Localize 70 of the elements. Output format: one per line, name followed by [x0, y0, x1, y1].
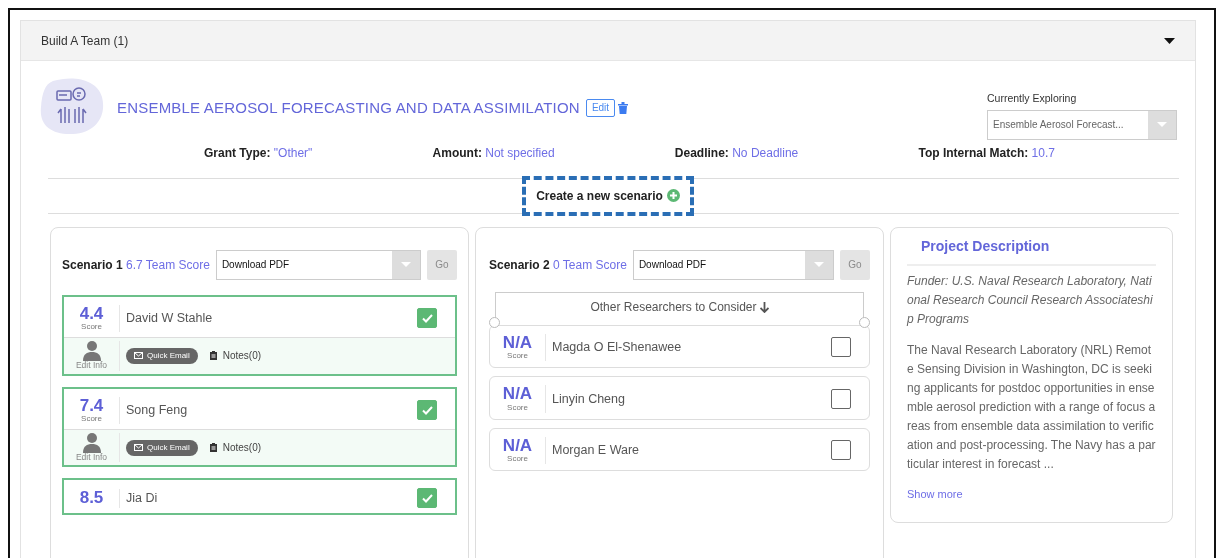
field-label: Currently Exploring: [987, 91, 1078, 106]
show-more-link[interactable]: Show more: [907, 485, 963, 503]
fact-text: Amount: Not specified: [432, 144, 555, 162]
checkbox[interactable]: [417, 400, 437, 421]
trash-icon[interactable]: [618, 102, 629, 115]
researcher-card[interactable]: 8.5 Jia Di: [62, 478, 457, 516]
edit-info-link[interactable]: Edit Info: [75, 453, 108, 463]
scenario-title: Scenario 1 6.7 Team Score: [62, 256, 210, 274]
notes-link[interactable]: Notes(0): [209, 348, 262, 364]
checkbox[interactable]: [831, 388, 851, 409]
edit-button[interactable]: Edit: [585, 99, 616, 118]
caret-down-icon: [814, 262, 824, 268]
fact-text: Top Internal Match: 10.7: [918, 144, 1055, 162]
researcher-name: Morgan E Ware: [552, 442, 641, 460]
score-value: N/A: [501, 333, 534, 353]
create-scenario-button[interactable]: Create a new scenario: [522, 175, 694, 216]
researcher-name: David W Stahle: [126, 310, 214, 328]
researcher-name: Jia Di: [126, 490, 159, 508]
notes-link[interactable]: Notes(0): [209, 440, 262, 456]
score-label: Score: [506, 352, 529, 362]
caret-down-icon[interactable]: [1164, 37, 1175, 44]
clipboard-icon: [209, 443, 217, 453]
person-icon: [82, 433, 101, 454]
caret-down-icon: [401, 262, 411, 268]
score-label: Score: [506, 455, 529, 465]
plus-circle-icon: [666, 189, 680, 203]
description-title: Project Description: [907, 233, 1156, 266]
scenario-title: Scenario 2 0 Team Score: [489, 256, 627, 274]
checkbox[interactable]: [831, 440, 851, 461]
exploring-select[interactable]: Ensemble Aerosol Forecast...: [987, 109, 1177, 140]
check-icon: [421, 314, 433, 323]
checkbox[interactable]: [831, 337, 851, 358]
check-icon: [421, 493, 433, 503]
score-value: N/A: [501, 436, 534, 456]
arrow-down-icon: [759, 301, 769, 313]
envelope-icon: [134, 444, 143, 452]
score-label: Score: [80, 323, 103, 333]
edit-info-link[interactable]: Edit Info: [75, 361, 108, 371]
researcher-name: Song Feng: [126, 401, 189, 419]
researcher-card[interactable]: 4.4 Score David W Stahle Edit Info Quick Email Notes(0): [62, 294, 457, 376]
envelope-icon: [134, 352, 143, 360]
fact-text: Grant Type: "Other": [204, 144, 313, 162]
funder-text: Funder: U.S. Naval Research Laboratory, National Research Council Research Associateship Programs: [907, 272, 1154, 328]
score-value: 7.4: [78, 396, 105, 416]
clipboard-icon: [209, 351, 217, 361]
fact-text: Deadline: No Deadline: [674, 144, 799, 162]
researcher-card[interactable]: N/A Score Morgan E Ware: [489, 427, 870, 472]
score-value: N/A: [501, 385, 534, 404]
caret-down-icon: [1157, 122, 1167, 128]
researcher-card[interactable]: N/A Score Linyin Cheng: [489, 376, 870, 420]
checkbox[interactable]: [417, 308, 437, 329]
researcher-card[interactable]: N/A Score Magda O El-Shenawee: [489, 324, 870, 369]
score-label: Score: [506, 403, 529, 413]
quick-email-button[interactable]: Quick Email: [126, 439, 198, 456]
person-icon: [82, 341, 101, 362]
score-value: 8.5: [78, 489, 105, 508]
project-title[interactable]: ENSEMBLE AEROSOL FORECASTING AND DATA ASSIMILATION: [117, 97, 580, 120]
export-select[interactable]: Download PDF: [632, 249, 834, 280]
suggestions-heading: Other Researchers to Consider: [590, 299, 757, 317]
export-select[interactable]: Download PDF: [215, 249, 421, 280]
score-label: Score: [80, 415, 103, 425]
researcher-name: Magda O El-Shenawee: [552, 339, 683, 357]
section-title[interactable]: Build A Team (1): [41, 31, 129, 50]
researcher-name: Linyin Cheng: [552, 390, 626, 408]
researcher-card[interactable]: 7.4 Score Song Feng Edit Info Quick Email Notes(0): [62, 386, 457, 468]
checkbox[interactable]: [417, 488, 437, 509]
score-value: 4.4: [78, 304, 105, 324]
description-text: The Naval Research Laboratory (NRL) Remote Sensing Division in Washington, DC is seeking applicants for postdoc opportunities in ensemble aerosol prediction with a range of focus areas from ensemble data assimilation to verification and post-processing. The Navy has a particular interest in forecast ...: [907, 341, 1156, 473]
quick-email-button[interactable]: Quick Email: [126, 347, 198, 364]
check-icon: [421, 405, 433, 415]
